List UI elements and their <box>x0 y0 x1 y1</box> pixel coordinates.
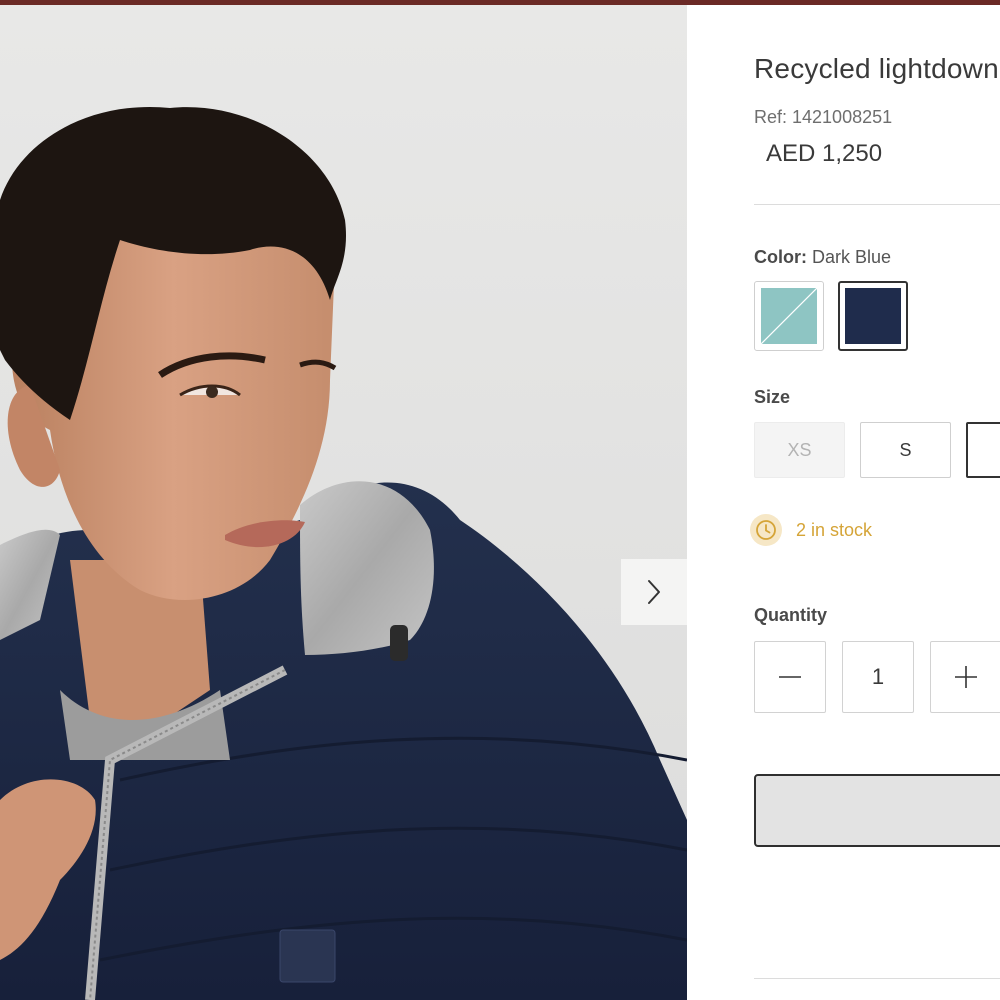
product-title: Recycled lightdown <box>754 53 999 84</box>
divider <box>754 204 1000 205</box>
product-reference: Ref: 1421008251 <box>754 107 893 127</box>
quantity-increase-button[interactable] <box>930 641 1000 713</box>
clock-icon <box>750 514 782 546</box>
swatch-fill <box>761 288 817 344</box>
size-option-xs[interactable]: XS <box>754 422 845 478</box>
size-label: Size <box>754 387 791 407</box>
color-swatch-mint[interactable] <box>754 281 824 351</box>
color-swatch-dark-blue[interactable] <box>838 281 908 351</box>
product-photo <box>0 5 687 1000</box>
quantity-value[interactable]: 1 <box>842 641 914 713</box>
swatch-fill <box>845 288 901 344</box>
color-label: Color: Dark Blue <box>754 247 891 268</box>
product-details-panel: Recycled lightdown Ref: 1421008251 AED 1… <box>687 5 1000 1000</box>
size-option-selected[interactable] <box>966 422 1000 478</box>
product-price: AED 1,250 <box>766 140 883 167</box>
divider <box>754 978 1000 979</box>
chevron-right-icon <box>648 580 660 604</box>
product-image-gallery <box>0 5 687 1000</box>
color-label-title: Color: <box>754 247 807 267</box>
quantity-decrease-button[interactable] <box>754 641 826 713</box>
minus-icon <box>779 676 801 678</box>
unavailable-slash-icon <box>761 288 817 344</box>
next-image-button[interactable] <box>621 559 687 625</box>
quantity-label: Quantity <box>754 605 828 625</box>
selected-color-name: Dark Blue <box>812 247 892 267</box>
stock-text: 2 in stock <box>796 519 873 540</box>
plus-icon <box>955 666 977 688</box>
size-option-s[interactable]: S <box>860 422 951 478</box>
add-to-bag-button[interactable] <box>754 774 1000 847</box>
stock-indicator: 2 in stock <box>750 514 872 546</box>
